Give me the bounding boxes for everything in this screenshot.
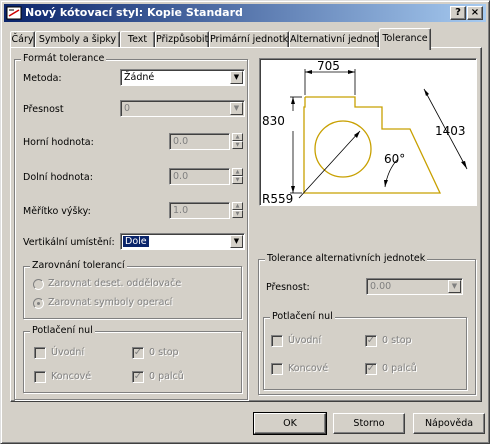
tab-text[interactable]: Text xyxy=(120,31,155,48)
align-decimal-label: Zarovnat deset. oddělovače xyxy=(48,278,182,289)
ok-button[interactable]: OK xyxy=(253,412,327,435)
chevron-down-icon[interactable]: ▼ xyxy=(230,102,243,115)
chevron-down-icon[interactable]: ▼ xyxy=(230,235,243,248)
spin-down-icon[interactable]: ▼ xyxy=(232,141,243,149)
upper-value-label: Horní hodnota: xyxy=(23,137,94,148)
vertical-position-label: Vertikální umístění: xyxy=(23,237,115,248)
alt-inches-checkbox[interactable]: ✓ xyxy=(365,363,377,375)
trailing-checkbox[interactable] xyxy=(34,371,46,383)
alignment-group: Zarovnání tolerancí xyxy=(23,260,242,319)
spin-down-icon[interactable]: ▼ xyxy=(232,176,243,184)
tab-lines[interactable]: Čáry xyxy=(10,31,35,48)
tab-fit[interactable]: Přizpůsobit xyxy=(155,31,209,48)
part-outline xyxy=(303,96,442,194)
dim-right: 1403 xyxy=(435,124,466,138)
zero-suppression-group: Potlačení nul xyxy=(23,325,242,393)
height-scale-label: Měřítko výšky: xyxy=(23,206,91,217)
group-title: Zarovnání tolerancí xyxy=(30,260,127,271)
preview-drawing: 705 830 1403 60° R559 xyxy=(262,59,468,206)
height-scale-input[interactable]: 1.0 ▲ ▼ xyxy=(169,202,243,219)
feet-label: 0 stop xyxy=(149,347,179,358)
feet-checkbox[interactable]: ✓ xyxy=(132,347,144,359)
spin-up-icon[interactable]: ▲ xyxy=(232,168,243,176)
dialog-window: Nový kótovací styl: Kopie Standard ? × Č… xyxy=(0,0,490,444)
tab-alternate-units[interactable]: Alternativní jednotky xyxy=(289,31,389,48)
align-decimal-radio[interactable] xyxy=(33,279,44,290)
spin-up-icon[interactable]: ▲ xyxy=(232,133,243,141)
tab-tolerance[interactable]: Tolerance xyxy=(379,28,431,50)
group-title: Potlačení nul xyxy=(30,325,95,336)
cancel-button[interactable]: Storno xyxy=(333,413,405,434)
part-hole xyxy=(314,120,372,178)
lower-value-label: Dolní hodnota: xyxy=(23,172,93,183)
inches-label: 0 palců xyxy=(149,371,184,382)
method-select[interactable]: Žádné ▼ xyxy=(120,69,245,86)
alt-feet-checkbox[interactable]: ✓ xyxy=(365,335,377,347)
tab-symbols-arrows[interactable]: Symboly a šipky xyxy=(35,31,120,48)
radius-label: R559 xyxy=(262,192,293,205)
group-title: Tolerance alternativních jednotek xyxy=(265,253,428,264)
lower-value-input[interactable]: 0.0 ▲ ▼ xyxy=(169,168,243,185)
group-title: Formát tolerance xyxy=(21,53,107,64)
align-operators-label: Zarovnat symboly operací xyxy=(48,297,173,308)
spin-down-icon[interactable]: ▼ xyxy=(232,210,243,218)
chevron-down-icon[interactable]: ▼ xyxy=(230,71,243,84)
alt-zero-suppression-group: Potlačení nul xyxy=(263,311,467,390)
alt-trailing-label: Koncové xyxy=(288,363,329,374)
alt-inches-label: 0 palců xyxy=(382,363,417,374)
align-operators-radio[interactable] xyxy=(33,298,44,309)
leading-label: Úvodní xyxy=(51,347,85,358)
preview-image: 705 830 1403 60° R559 xyxy=(259,58,477,206)
app-icon xyxy=(6,6,22,20)
window-title: Nový kótovací styl: Kopie Standard xyxy=(25,6,243,19)
leading-checkbox[interactable] xyxy=(34,347,46,359)
alt-trailing-checkbox[interactable] xyxy=(271,363,283,375)
upper-value-input[interactable]: 0.0 ▲ ▼ xyxy=(169,133,243,150)
precision-label: Přesnost xyxy=(23,104,64,115)
dim-left: 830 xyxy=(262,114,285,128)
tab-primary-units[interactable]: Primární jednotky xyxy=(209,31,293,48)
alt-leading-checkbox[interactable] xyxy=(271,335,283,347)
close-button[interactable]: × xyxy=(467,6,483,20)
trailing-label: Koncové xyxy=(51,371,92,382)
angle-label: 60° xyxy=(384,152,405,166)
alt-feet-label: 0 stop xyxy=(382,335,412,346)
dim-top: 705 xyxy=(317,59,340,73)
alt-precision-select[interactable]: 0.00 ▼ xyxy=(366,278,463,295)
inches-checkbox[interactable]: ✓ xyxy=(132,371,144,383)
vertical-position-select[interactable]: Dole ▼ xyxy=(120,233,245,250)
help-button[interactable]: Nápověda xyxy=(413,413,485,434)
title-bar: Nový kótovací styl: Kopie Standard ? × xyxy=(4,4,486,22)
alt-leading-label: Úvodní xyxy=(288,335,322,346)
group-title: Potlačení nul xyxy=(270,311,335,322)
help-title-button[interactable]: ? xyxy=(450,6,466,20)
precision-select[interactable]: 0 ▼ xyxy=(120,100,245,117)
chevron-down-icon[interactable]: ▼ xyxy=(448,280,461,293)
alt-precision-label: Přesnost: xyxy=(266,282,310,293)
method-label: Metoda: xyxy=(23,73,62,84)
spin-up-icon[interactable]: ▲ xyxy=(232,202,243,210)
